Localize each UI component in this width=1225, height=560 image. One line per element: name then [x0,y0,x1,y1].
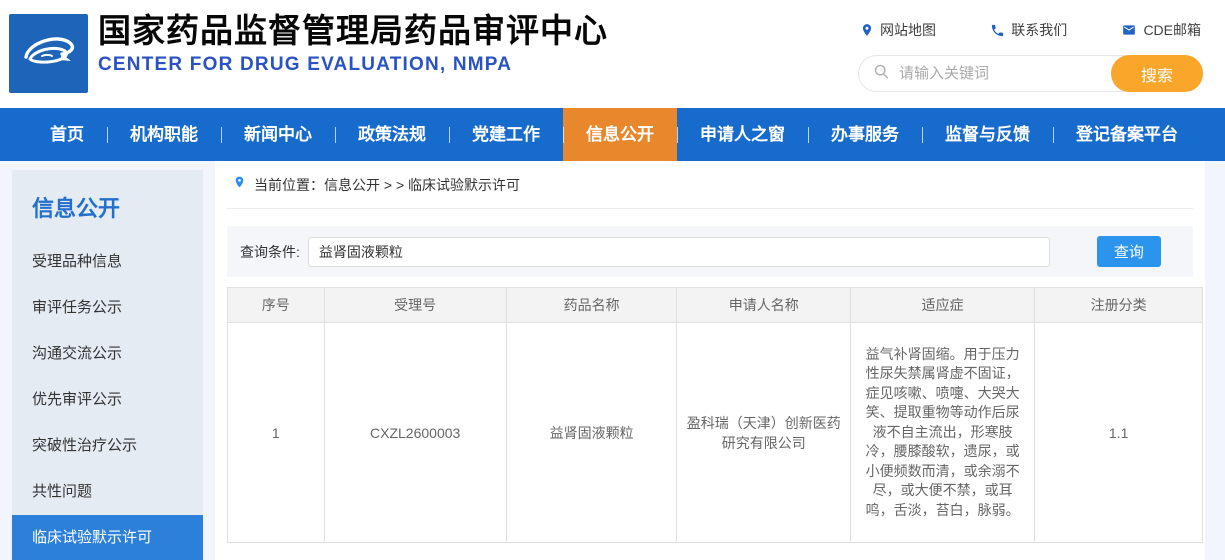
cde-logo[interactable] [9,14,88,93]
nav-item-home[interactable]: 首页 [27,108,107,161]
col-header-drug-name: 药品名称 [506,288,677,323]
sidebar: 信息公开 受理品种信息 审评任务公示 沟通交流公示 优先审评公示 突破性治疗公示… [12,170,203,560]
cde-logo-swirl-icon [18,23,80,85]
table-header-row: 序号 受理号 药品名称 申请人名称 适应症 注册分类 [228,288,1203,323]
breadcrumb: 当前位置：信息公开 > > 临床试验默示许可 [227,161,1193,209]
col-header-acceptance-no: 受理号 [324,288,506,323]
nav-item-party-building[interactable]: 党建工作 [449,108,563,161]
sidebar-item-breakthrough-therapy[interactable]: 突破性治疗公示 [12,423,203,469]
sidebar-title: 信息公开 [12,170,203,223]
site-header: 国家药品监督管理局药品审评中心 CENTER FOR DRUG EVALUATI… [0,0,1225,108]
col-header-indication: 适应症 [851,288,1035,323]
site-search-bar: 搜索 [858,55,1203,92]
envelope-icon [1121,23,1137,37]
sidebar-item-accepted-varieties[interactable]: 受理品种信息 [12,239,203,285]
site-title-english: CENTER FOR DRUG EVALUATION, NMPA [98,54,608,76]
nav-item-policies[interactable]: 政策法规 [335,108,449,161]
sitemap-link[interactable]: 网站地图 [860,20,936,40]
header-right: 网站地图 联系我们 CDE邮箱 [858,20,1203,92]
location-pin-icon [860,22,874,38]
query-input[interactable] [308,237,1050,267]
nav-item-applicant-window[interactable]: 申请人之窗 [677,108,808,161]
breadcrumb-pin-icon [233,174,246,195]
top-links: 网站地图 联系我们 CDE邮箱 [858,20,1203,40]
query-button[interactable]: 查询 [1097,236,1161,267]
cell-acceptance-no: CXZL2600003 [324,323,506,543]
nav-item-services[interactable]: 办事服务 [808,108,922,161]
table-row: 1 CXZL2600003 益肾固液颗粒 盈科瑞（天津）创新医药研究有限公司 益… [228,323,1203,543]
site-title-chinese: 国家药品监督管理局药品审评中心 [98,11,608,51]
results-table: 序号 受理号 药品名称 申请人名称 适应症 注册分类 1 CXZL2600003… [227,287,1203,543]
cell-drug-name: 益肾固液颗粒 [506,323,677,543]
col-header-serial-no: 序号 [228,288,325,323]
nav-item-supervision-feedback[interactable]: 监督与反馈 [922,108,1053,161]
cell-indication: 益气补肾固缩。用于压力性尿失禁属肾虚不固证，症见咳嗽、喷嚏、大哭大笑、提取重物等… [851,323,1035,543]
cell-serial-no: 1 [228,323,325,543]
phone-icon [990,23,1005,38]
query-section: 查询条件: 查询 [227,226,1193,277]
sidebar-item-clinical-trial-implied-license[interactable]: 临床试验默示许可 [12,515,203,560]
site-titles: 国家药品监督管理局药品审评中心 CENTER FOR DRUG EVALUATI… [98,11,608,76]
cell-registration-class: 1.1 [1035,323,1203,543]
main-nav: 首页 机构职能 新闻中心 政策法规 党建工作 信息公开 申请人之窗 办事服务 监… [0,108,1225,161]
cell-applicant-name: 盈科瑞（天津）创新医药研究有限公司 [677,323,851,543]
sidebar-item-common-issues[interactable]: 共性问题 [12,469,203,515]
nav-item-info-disclosure[interactable]: 信息公开 [563,108,677,161]
site-search-button[interactable]: 搜索 [1111,55,1203,92]
breadcrumb-text: 当前位置：信息公开 > > 临床试验默示许可 [254,175,520,195]
contact-us-link-label: 联系我们 [1011,20,1067,40]
nav-item-registration-platform[interactable]: 登记备案平台 [1053,108,1201,161]
query-label: 查询条件: [240,242,300,262]
sitemap-link-label: 网站地图 [880,20,936,40]
cde-mail-link-label: CDE邮箱 [1143,20,1201,40]
nav-item-news-center[interactable]: 新闻中心 [221,108,335,161]
cde-website-page: 国家药品监督管理局药品审评中心 CENTER FOR DRUG EVALUATI… [0,0,1225,560]
sidebar-item-review-tasks[interactable]: 审评任务公示 [12,285,203,331]
col-header-applicant-name: 申请人名称 [677,288,851,323]
contact-us-link[interactable]: 联系我们 [990,20,1067,40]
col-header-registration-class: 注册分类 [1035,288,1203,323]
content-area: 信息公开 受理品种信息 审评任务公示 沟通交流公示 优先审评公示 突破性治疗公示… [0,161,1225,560]
nav-item-org-functions[interactable]: 机构职能 [107,108,221,161]
sidebar-item-communication[interactable]: 沟通交流公示 [12,331,203,377]
search-icon [873,63,890,85]
cde-mail-link[interactable]: CDE邮箱 [1121,20,1201,40]
sidebar-item-priority-review[interactable]: 优先审评公示 [12,377,203,423]
main-panel: 当前位置：信息公开 > > 临床试验默示许可 查询条件: 查询 序号 受理号 药… [215,161,1205,560]
